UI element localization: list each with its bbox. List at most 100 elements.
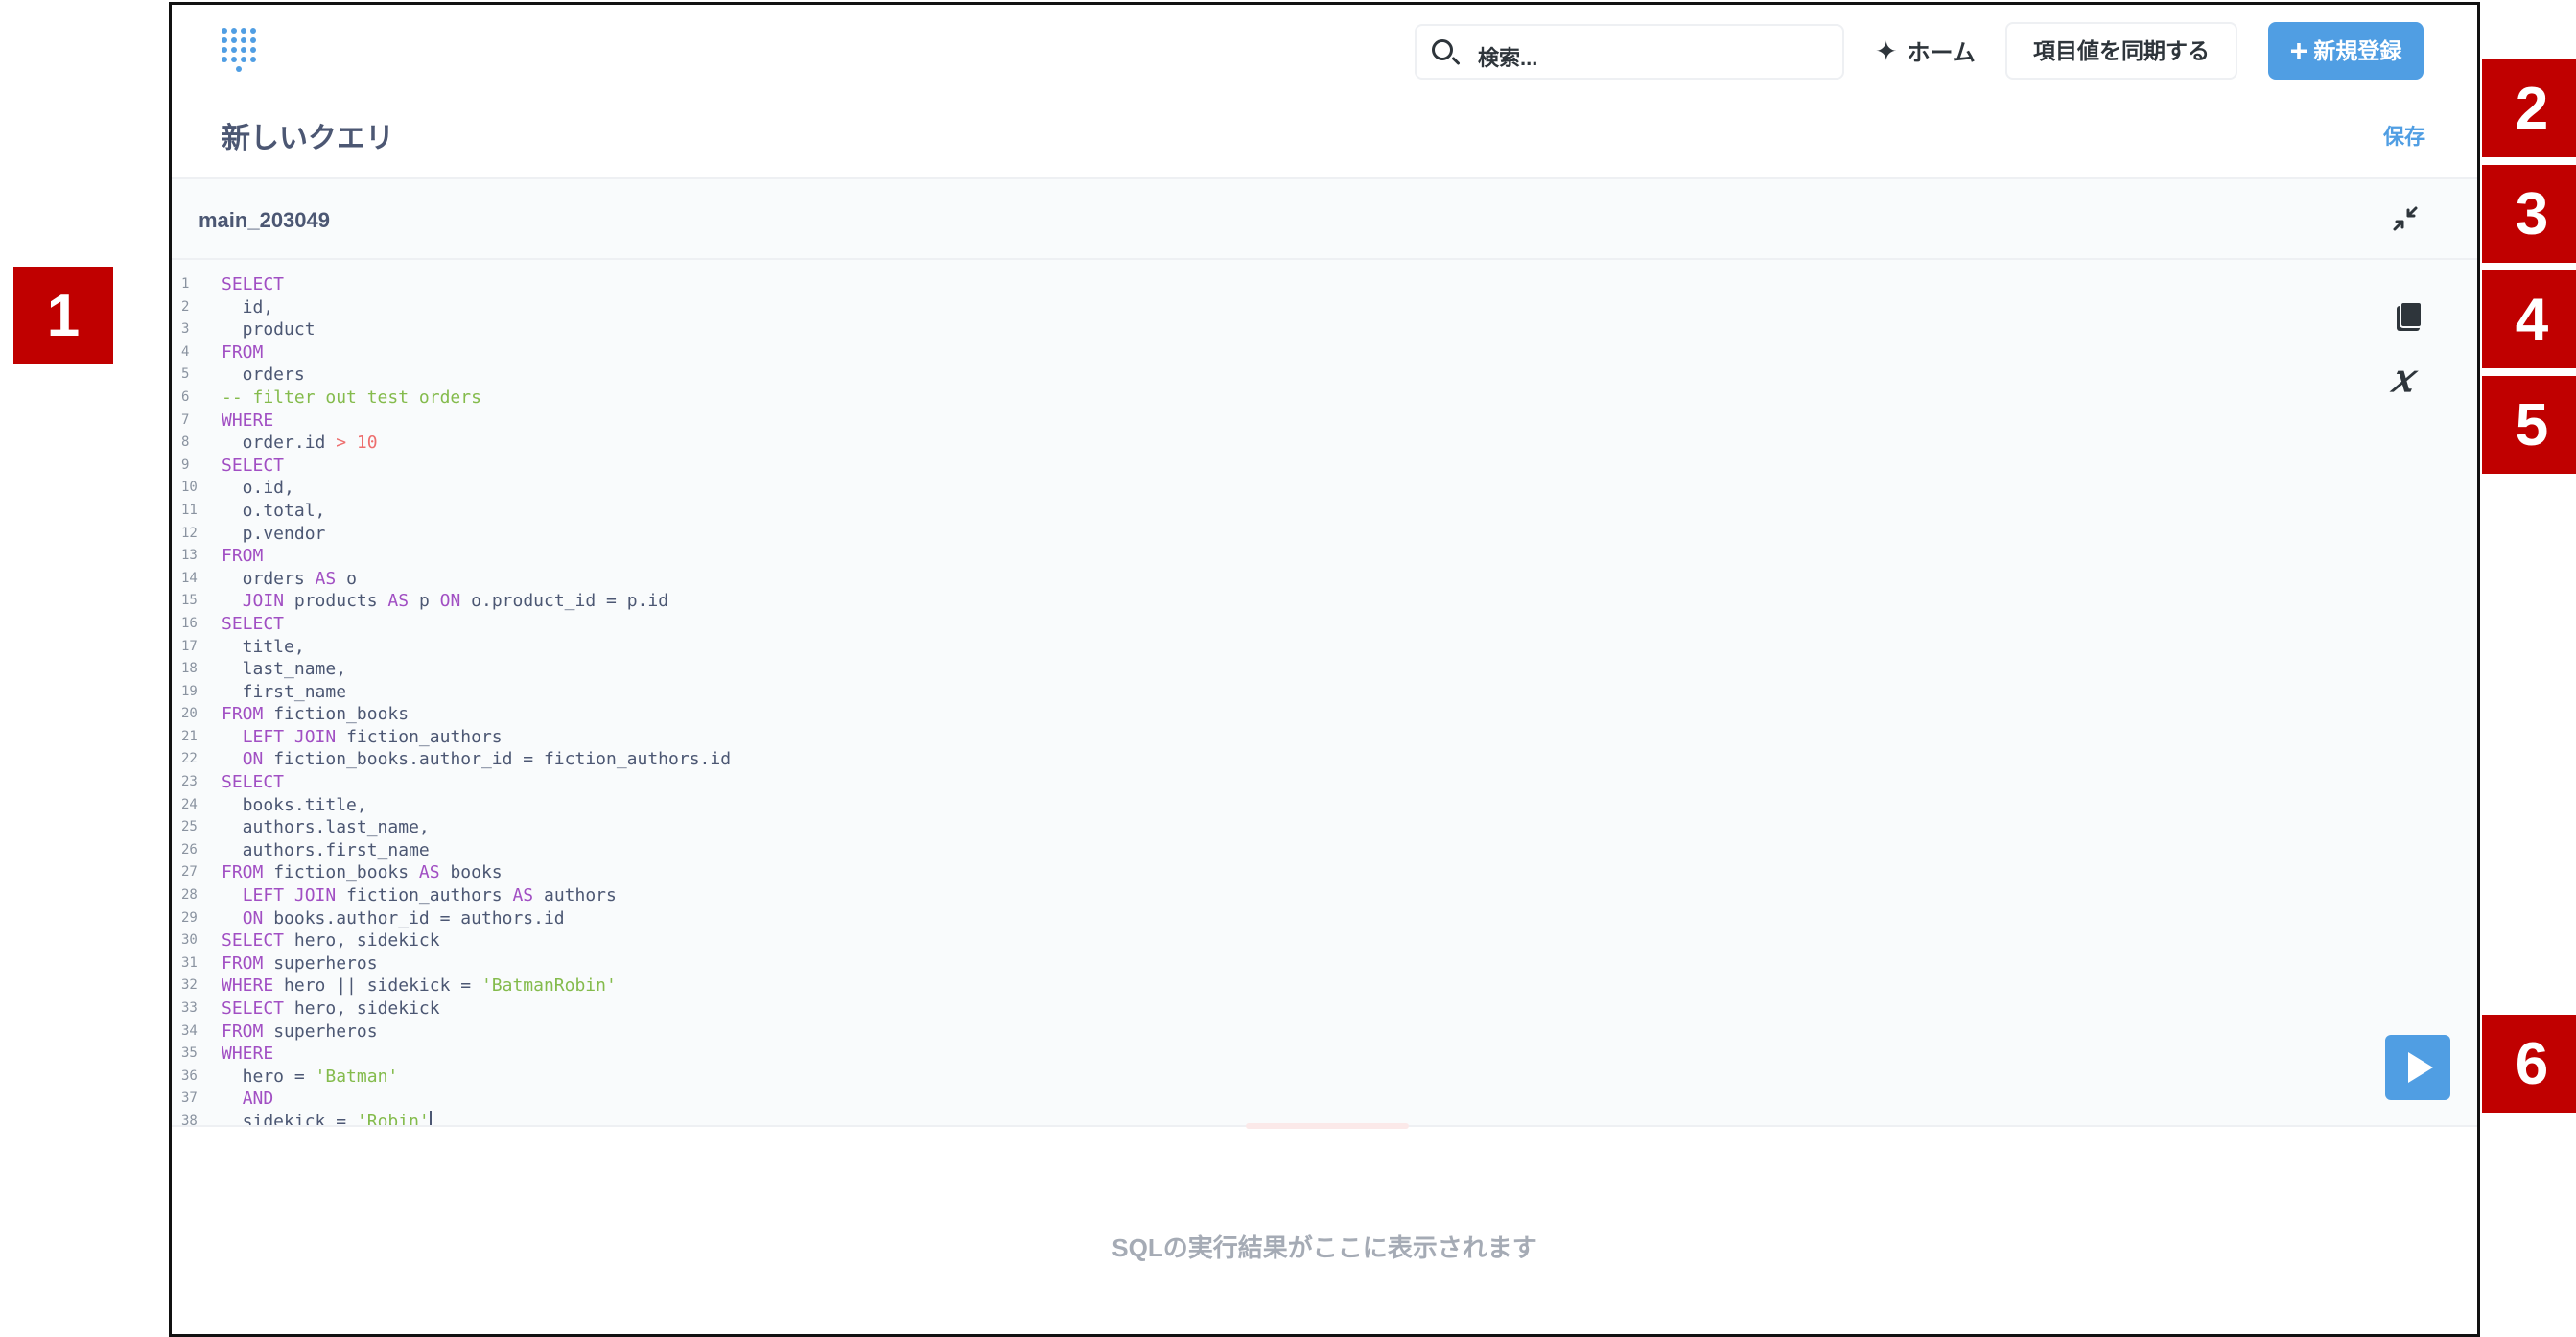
database-name[interactable]: main_203049 (199, 208, 330, 233)
line-number: 22 (181, 751, 198, 767)
search-icon (1432, 39, 1453, 60)
code-line[interactable]: SELECT (222, 455, 731, 478)
code-line[interactable]: order.id > 10 (222, 432, 731, 455)
code-line[interactable]: FROM superheros (222, 952, 731, 975)
line-number: 10 (181, 480, 198, 496)
code-line[interactable]: SELECT (222, 613, 731, 636)
code-line[interactable]: sidekick = 'Robin' (222, 1110, 731, 1125)
sparkle-icon: ✦ (1875, 36, 1898, 66)
code-line[interactable]: books.title, (222, 794, 731, 817)
line-number: 34 (181, 1022, 198, 1039)
line-number: 2 (181, 298, 190, 315)
new-button-label: 新規登録 (2313, 38, 2402, 63)
code-line[interactable]: authors.last_name, (222, 816, 731, 839)
code-line[interactable]: first_name (222, 681, 731, 704)
run-query-button[interactable] (2385, 1035, 2450, 1100)
line-number: 31 (181, 954, 198, 971)
collapse-icon[interactable] (2391, 204, 2420, 233)
line-number: 17 (181, 638, 198, 654)
callout-badge-4: 4 (2482, 270, 2576, 368)
search-input[interactable]: 検索... (1415, 24, 1844, 80)
callout-badge-6: 6 (2482, 1015, 2576, 1113)
line-number: 9 (181, 457, 190, 473)
database-bar: main_203049 (172, 179, 2477, 260)
metabase-logo-icon[interactable] (222, 28, 266, 78)
line-number: 28 (181, 887, 198, 903)
line-number: 1 (181, 276, 190, 292)
code-line[interactable]: LEFT JOIN fiction_authors AS authors (222, 884, 731, 907)
top-navbar: 検索... ✦ ホーム 項目値を同期する + 新規登録 新しいクエリ 保存 (172, 5, 2477, 154)
code-line[interactable]: WHERE (222, 410, 731, 433)
callout-badge-5: 5 (2482, 376, 2576, 474)
plus-icon: + (2289, 34, 2308, 68)
line-number: 38 (181, 1113, 198, 1125)
line-number: 26 (181, 841, 198, 857)
callout-badge-2: 2 (2482, 59, 2576, 157)
code-line[interactable]: hero = 'Batman' (222, 1066, 731, 1089)
code-line[interactable]: SELECT hero, sidekick (222, 929, 731, 952)
code-line[interactable]: ON books.author_id = authors.id (222, 907, 731, 930)
code-line[interactable]: product (222, 318, 731, 341)
callout-badge-3: 3 (2482, 165, 2576, 263)
line-number: 20 (181, 706, 198, 722)
line-number: 13 (181, 548, 198, 564)
line-number: 27 (181, 864, 198, 880)
code-line[interactable]: o.total, (222, 500, 731, 523)
code-line[interactable]: orders (222, 364, 731, 387)
line-number: 29 (181, 909, 198, 926)
book-icon[interactable] (2395, 300, 2424, 333)
sql-code[interactable]: SELECT id, product FROM orders -- filter o… (222, 273, 731, 1125)
page-title: 新しいクエリ (222, 123, 394, 154)
line-number: 7 (181, 411, 190, 428)
code-line[interactable]: FROM (222, 341, 731, 364)
code-line[interactable]: WHERE hero || sidekick = 'BatmanRobin' (222, 974, 731, 997)
code-line[interactable]: SELECT (222, 771, 731, 794)
line-number: 37 (181, 1091, 198, 1107)
code-line[interactable]: AND (222, 1088, 731, 1111)
code-line[interactable]: SELECT (222, 273, 731, 296)
line-number-gutter: 1 2 3 4 5 6 7 8 9 10 11 12 13 14 15 16 17 18 19 20 21 22 23 24 2… (181, 273, 210, 1125)
code-line[interactable]: LEFT JOIN fiction_authors (222, 726, 731, 749)
sql-editor[interactable]: 1 2 3 4 5 6 7 8 9 10 11 12 13 14 15 16 17 18 19 20 21 22 23 24 2… (172, 260, 2477, 1125)
sync-values-button[interactable]: 項目値を同期する (2005, 22, 2237, 80)
line-number: 32 (181, 977, 198, 994)
line-number: 25 (181, 819, 198, 835)
code-line[interactable]: last_name, (222, 658, 731, 681)
line-number: 12 (181, 525, 198, 541)
line-number: 16 (181, 615, 198, 631)
resize-handle[interactable] (1246, 1123, 1409, 1129)
line-number: 35 (181, 1045, 198, 1062)
code-line[interactable]: FROM superheros (222, 1020, 731, 1044)
line-number: 15 (181, 593, 198, 609)
line-number: 30 (181, 932, 198, 949)
code-line[interactable]: FROM fiction_books AS books (222, 861, 731, 884)
save-button[interactable]: 保存 (2383, 120, 2425, 151)
line-number: 24 (181, 796, 198, 812)
code-line[interactable]: p.vendor (222, 523, 731, 546)
line-number: 5 (181, 366, 190, 383)
home-label: ホーム (1907, 40, 1976, 66)
code-line[interactable]: FROM fiction_books (222, 703, 731, 726)
new-button[interactable]: + 新規登録 (2268, 22, 2424, 80)
code-line[interactable]: ON fiction_books.author_id = fiction_aut… (222, 748, 731, 771)
variable-x-icon[interactable]: 𝑥 (2391, 356, 2413, 401)
app-window: 検索... ✦ ホーム 項目値を同期する + 新規登録 新しいクエリ 保存 main… (169, 2, 2480, 1337)
code-line[interactable]: authors.first_name (222, 839, 731, 862)
code-line[interactable]: o.id, (222, 477, 731, 500)
search-placeholder: 検索... (1478, 46, 1538, 70)
code-line[interactable]: orders AS o (222, 568, 731, 591)
code-line[interactable]: FROM (222, 545, 731, 568)
line-number: 19 (181, 683, 198, 699)
home-link[interactable]: ✦ ホーム (1875, 34, 1976, 67)
code-line[interactable]: JOIN products AS p ON o.product_id = p.i… (222, 590, 731, 613)
code-line[interactable]: id, (222, 296, 731, 319)
play-icon (2408, 1052, 2433, 1083)
code-line[interactable]: title, (222, 636, 731, 659)
results-empty-message: SQLの実行結果がここに表示されます (1112, 1233, 1537, 1262)
code-line[interactable]: -- filter out test orders (222, 387, 731, 410)
line-number: 18 (181, 661, 198, 677)
code-line[interactable]: SELECT hero, sidekick (222, 997, 731, 1020)
line-number: 23 (181, 774, 198, 790)
code-line[interactable]: WHERE (222, 1043, 731, 1066)
line-number: 14 (181, 570, 198, 586)
